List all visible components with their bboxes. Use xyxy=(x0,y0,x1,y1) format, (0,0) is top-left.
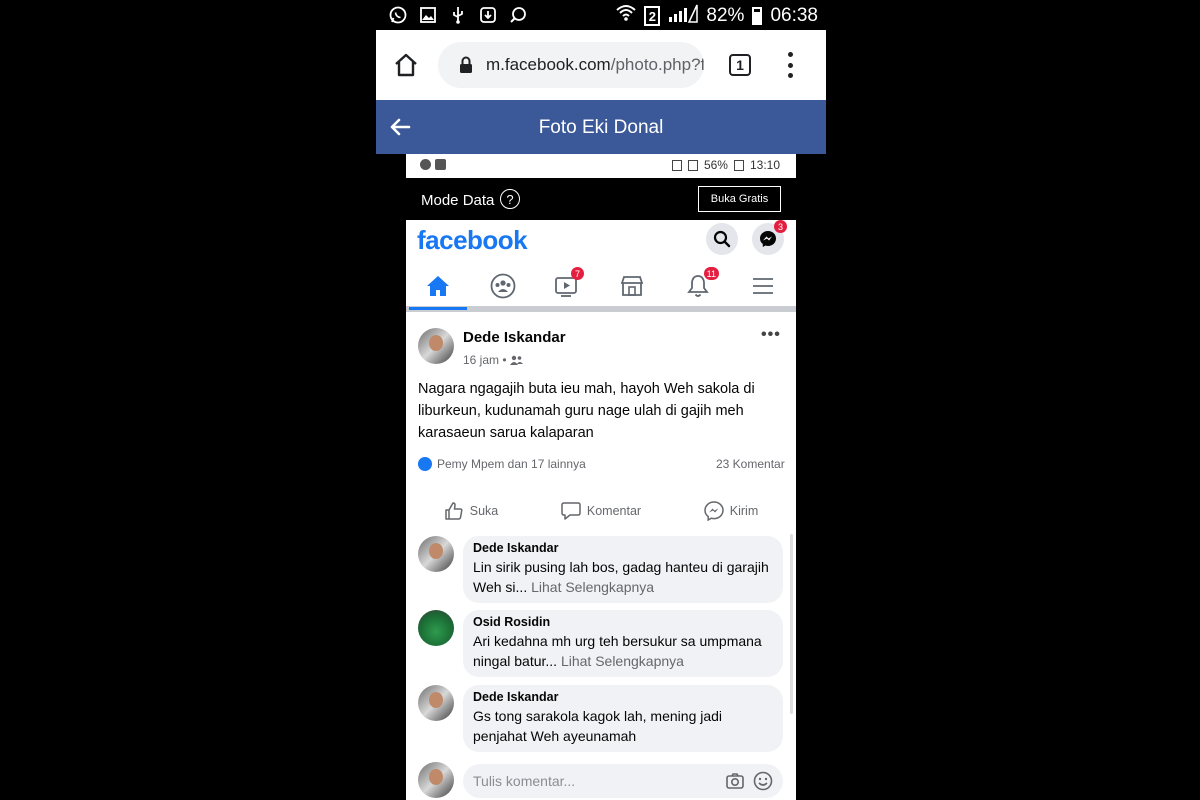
tab-notifications[interactable]: 11 xyxy=(683,267,719,300)
groups-icon xyxy=(490,273,516,299)
post-text: Nagara ngagajih buta ieu mah, hayoh Weh … xyxy=(418,381,755,441)
avatar xyxy=(418,762,454,798)
cast-icon xyxy=(508,5,528,25)
tab-groups[interactable] xyxy=(488,272,518,300)
address-bar[interactable]: m.facebook.com/photo.php?f xyxy=(438,42,704,88)
send-button[interactable]: Kirim xyxy=(666,493,796,529)
inner-battery-percent: 56% xyxy=(703,158,728,172)
battery-icon xyxy=(752,7,763,25)
comment-bubble[interactable]: Osid Rosidin Ari kedahna mh urg teh bers… xyxy=(463,610,783,677)
url-text: m.facebook.com/photo.php?f xyxy=(486,55,704,74)
messenger-button[interactable]: 3 xyxy=(752,220,787,255)
active-tab-indicator xyxy=(409,307,467,310)
thumbs-up-icon xyxy=(445,502,463,520)
comment-text: Ari kedahna mh urg teh bersukur sa umpma… xyxy=(473,633,762,669)
photo-header: Foto Eki Donal xyxy=(376,100,826,154)
video-badge: 7 xyxy=(571,267,584,280)
facebook-small-icon xyxy=(420,159,431,170)
tab-switcher-button[interactable]: 1 xyxy=(729,54,751,76)
signal-icon xyxy=(668,3,699,29)
tab-home[interactable] xyxy=(423,272,453,300)
data-mode-label: Mode Data xyxy=(421,192,495,209)
tab-menu[interactable] xyxy=(748,272,778,300)
reactions-text: Pemy Mpem dan 17 lainnya xyxy=(437,457,586,471)
messenger-badge: 3 xyxy=(774,220,787,233)
home-filled-icon xyxy=(427,276,449,296)
battery-percent: 82% xyxy=(706,5,745,26)
clock: 06:38 xyxy=(770,5,818,26)
notifications-badge: 11 xyxy=(703,267,719,280)
send-label: Kirim xyxy=(729,504,759,518)
facebook-logo[interactable]: facebook xyxy=(417,225,528,256)
like-reaction-icon xyxy=(418,457,432,471)
post-time[interactable]: 16 jam • xyxy=(463,353,507,367)
see-more-link[interactable]: Lihat Selengkapnya xyxy=(531,579,654,595)
camera-icon[interactable] xyxy=(726,772,744,790)
whatsapp-icon xyxy=(388,5,408,25)
sim-small-icon xyxy=(671,159,682,171)
usb-icon xyxy=(448,5,468,25)
avatar[interactable] xyxy=(418,328,454,364)
avatar[interactable] xyxy=(418,685,454,721)
comment-icon xyxy=(561,502,581,520)
see-more-link[interactable]: Lihat Selengkapnya xyxy=(561,653,684,669)
comment-count[interactable]: 23 Komentar xyxy=(716,457,785,471)
signal-small-icon xyxy=(687,159,698,171)
comment-author[interactable]: Dede Iskandar xyxy=(473,690,773,704)
post-meta: 16 jam • xyxy=(463,353,523,367)
post-actions: Suka Komentar Kirim xyxy=(406,493,796,529)
comment-text: Lin sirik pusing lah bos, gadag hanteu d… xyxy=(473,559,769,595)
comment-author[interactable]: Osid Rosidin xyxy=(473,615,773,629)
sim-icon: 2 xyxy=(644,6,661,26)
tab-video[interactable]: 7 xyxy=(552,267,584,300)
search-icon xyxy=(713,230,731,248)
phone-status-bar: 2 82% 06:38 xyxy=(376,0,826,30)
gallery-small-icon xyxy=(435,159,446,170)
free-mode-button[interactable]: Buka Gratis xyxy=(698,186,781,212)
search-button[interactable] xyxy=(706,223,738,255)
help-icon[interactable]: ? xyxy=(500,189,520,209)
home-icon[interactable] xyxy=(392,51,420,79)
gallery-icon xyxy=(418,5,438,25)
comment-button[interactable]: Komentar xyxy=(536,493,666,529)
lock-icon xyxy=(458,56,474,74)
photo-screenshot: 56% 13:10 Mode Data ? Buka Gratis facebo… xyxy=(406,154,796,800)
comment-bubble[interactable]: Dede Iskandar Lin sirik pusing lah bos, … xyxy=(463,536,783,603)
like-label: Suka xyxy=(469,504,499,518)
hamburger-icon xyxy=(753,278,773,294)
facebook-top-bar: facebook 3 xyxy=(406,220,796,262)
battery-small-icon xyxy=(733,159,744,171)
like-button[interactable]: Suka xyxy=(406,493,536,529)
download-icon xyxy=(478,5,498,25)
comment-author[interactable]: Dede Iskandar xyxy=(473,541,773,555)
messenger-icon xyxy=(760,231,776,247)
post-reactions[interactable]: Pemy Mpem dan 17 lainnya xyxy=(418,457,586,471)
post-author[interactable]: Dede Iskandar xyxy=(463,329,566,346)
wifi-icon xyxy=(616,4,637,28)
inner-status-bar: 56% 13:10 xyxy=(406,154,796,178)
comment-label: Komentar xyxy=(586,504,642,518)
tab-marketplace[interactable] xyxy=(617,272,647,300)
marketplace-icon xyxy=(620,276,644,296)
more-options-icon[interactable]: ••• xyxy=(761,326,781,344)
data-mode-bar: Mode Data ? Buka Gratis xyxy=(406,178,796,220)
avatar[interactable] xyxy=(418,610,454,646)
avatar[interactable] xyxy=(418,536,454,572)
friends-icon xyxy=(509,355,523,365)
write-comment-bar: Tulis komentar... xyxy=(406,760,796,800)
photo-title: Foto Eki Donal xyxy=(538,117,664,138)
inner-clock: 13:10 xyxy=(749,158,780,172)
comment-bubble[interactable]: Dede Iskandar Gs tong sarakola kagok lah… xyxy=(463,685,783,752)
messenger-send-icon xyxy=(704,501,724,521)
emoji-icon[interactable] xyxy=(753,771,773,791)
menu-icon[interactable] xyxy=(780,52,800,78)
browser-toolbar: m.facebook.com/photo.php?f 1 xyxy=(376,30,826,100)
comment-text: Gs tong sarakola kagok lah, mening jadi … xyxy=(473,708,723,744)
scrollbar[interactable] xyxy=(790,534,793,714)
facebook-nav-bar: 7 11 xyxy=(406,262,796,312)
